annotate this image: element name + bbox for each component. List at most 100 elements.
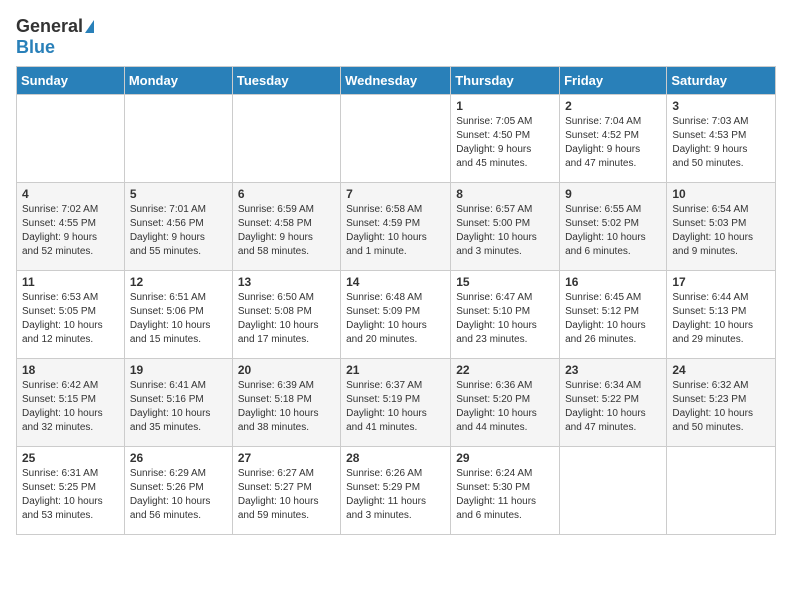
day-number: 1 bbox=[456, 99, 554, 113]
day-info: Sunrise: 7:01 AM Sunset: 4:56 PM Dayligh… bbox=[130, 203, 227, 259]
day-info: Sunrise: 6:44 AM Sunset: 5:13 PM Dayligh… bbox=[672, 291, 770, 347]
day-number: 4 bbox=[22, 187, 119, 201]
calendar-cell: 3Sunrise: 7:03 AM Sunset: 4:53 PM Daylig… bbox=[667, 95, 776, 183]
week-row-1: 1 Sunrise: 7:05 AM Sunset: 4:50 PM Daylig… bbox=[17, 95, 776, 183]
day-info: Sunrise: 6:42 AM Sunset: 5:15 PM Dayligh… bbox=[22, 379, 119, 435]
day-number: 2 bbox=[565, 99, 661, 113]
day-info: Sunrise: 7:02 AM Sunset: 4:55 PM Dayligh… bbox=[22, 203, 119, 259]
day-info: Sunrise: 6:58 AM Sunset: 4:59 PM Dayligh… bbox=[346, 203, 445, 259]
day-info: Sunrise: 6:24 AM Sunset: 5:30 PM Dayligh… bbox=[456, 467, 554, 523]
header-day-friday: Friday bbox=[560, 67, 667, 95]
calendar-cell: 11 Sunrise: 6:53 AM Sunset: 5:05 PM Dayli… bbox=[17, 271, 125, 359]
day-info: Sunrise: 6:39 AM Sunset: 5:18 PM Dayligh… bbox=[238, 379, 335, 435]
calendar-cell: 13 Sunrise: 6:50 AM Sunset: 5:08 PM Dayli… bbox=[232, 271, 340, 359]
week-row-4: 18 Sunrise: 6:42 AM Sunset: 5:15 PM Dayli… bbox=[17, 359, 776, 447]
calendar-cell: 23 Sunrise: 6:34 AM Sunset: 5:22 PM Dayli… bbox=[560, 359, 667, 447]
calendar-cell: 8 Sunrise: 6:57 AM Sunset: 5:00 PM Daylig… bbox=[451, 183, 560, 271]
calendar-cell: 27 Sunrise: 6:27 AM Sunset: 5:27 PM Dayli… bbox=[232, 447, 340, 535]
calendar-cell: 1 Sunrise: 7:05 AM Sunset: 4:50 PM Daylig… bbox=[451, 95, 560, 183]
day-number: 11 bbox=[22, 275, 119, 289]
day-info: Sunrise: 6:31 AM Sunset: 5:25 PM Dayligh… bbox=[22, 467, 119, 523]
calendar-cell: 29 Sunrise: 6:24 AM Sunset: 5:30 PM Dayli… bbox=[451, 447, 560, 535]
calendar-cell: 21Sunrise: 6:37 AM Sunset: 5:19 PM Dayli… bbox=[341, 359, 451, 447]
day-number: 9 bbox=[565, 187, 661, 201]
calendar-cell: 10 Sunrise: 6:54 AM Sunset: 5:03 PM Dayli… bbox=[667, 183, 776, 271]
header-day-monday: Monday bbox=[124, 67, 232, 95]
header-day-thursday: Thursday bbox=[451, 67, 560, 95]
day-info: Sunrise: 6:59 AM Sunset: 4:58 PM Dayligh… bbox=[238, 203, 335, 259]
calendar-cell: 19 Sunrise: 6:41 AM Sunset: 5:16 PM Dayli… bbox=[124, 359, 232, 447]
header-row: SundayMondayTuesdayWednesdayThursdayFrid… bbox=[17, 67, 776, 95]
calendar-cell: 26 Sunrise: 6:29 AM Sunset: 5:26 PM Dayli… bbox=[124, 447, 232, 535]
day-number: 27 bbox=[238, 451, 335, 465]
calendar-cell: 2 Sunrise: 7:04 AM Sunset: 4:52 PM Daylig… bbox=[560, 95, 667, 183]
day-info: Sunrise: 6:26 AM Sunset: 5:29 PM Dayligh… bbox=[346, 467, 445, 523]
day-info: Sunrise: 7:03 AM Sunset: 4:53 PM Dayligh… bbox=[672, 115, 770, 171]
day-number: 13 bbox=[238, 275, 335, 289]
day-info: Sunrise: 6:29 AM Sunset: 5:26 PM Dayligh… bbox=[130, 467, 227, 523]
day-info: Sunrise: 6:32 AM Sunset: 5:23 PM Dayligh… bbox=[672, 379, 770, 435]
day-info: Sunrise: 7:04 AM Sunset: 4:52 PM Dayligh… bbox=[565, 115, 661, 171]
day-info: Sunrise: 6:47 AM Sunset: 5:10 PM Dayligh… bbox=[456, 291, 554, 347]
calendar-cell: 9 Sunrise: 6:55 AM Sunset: 5:02 PM Daylig… bbox=[560, 183, 667, 271]
day-info: Sunrise: 6:50 AM Sunset: 5:08 PM Dayligh… bbox=[238, 291, 335, 347]
day-number: 23 bbox=[565, 363, 661, 377]
day-number: 8 bbox=[456, 187, 554, 201]
day-number: 29 bbox=[456, 451, 554, 465]
logo-general-text: General bbox=[16, 16, 94, 37]
calendar-cell: 16Sunrise: 6:45 AM Sunset: 5:12 PM Dayli… bbox=[560, 271, 667, 359]
header-day-sunday: Sunday bbox=[17, 67, 125, 95]
calendar-cell: 17 Sunrise: 6:44 AM Sunset: 5:13 PM Dayli… bbox=[667, 271, 776, 359]
calendar-cell: 22 Sunrise: 6:36 AM Sunset: 5:20 PM Dayli… bbox=[451, 359, 560, 447]
week-row-2: 4 Sunrise: 7:02 AM Sunset: 4:55 PM Daylig… bbox=[17, 183, 776, 271]
week-row-5: 25 Sunrise: 6:31 AM Sunset: 5:25 PM Dayli… bbox=[17, 447, 776, 535]
calendar-cell: 5 Sunrise: 7:01 AM Sunset: 4:56 PM Daylig… bbox=[124, 183, 232, 271]
day-info: Sunrise: 6:57 AM Sunset: 5:00 PM Dayligh… bbox=[456, 203, 554, 259]
day-number: 25 bbox=[22, 451, 119, 465]
day-number: 5 bbox=[130, 187, 227, 201]
day-info: Sunrise: 6:34 AM Sunset: 5:22 PM Dayligh… bbox=[565, 379, 661, 435]
day-number: 6 bbox=[238, 187, 335, 201]
day-number: 24 bbox=[672, 363, 770, 377]
day-info: Sunrise: 6:51 AM Sunset: 5:06 PM Dayligh… bbox=[130, 291, 227, 347]
day-number: 22 bbox=[456, 363, 554, 377]
day-number: 18 bbox=[22, 363, 119, 377]
day-info: Sunrise: 6:36 AM Sunset: 5:20 PM Dayligh… bbox=[456, 379, 554, 435]
header: General Blue bbox=[16, 16, 776, 58]
calendar-cell: 24 Sunrise: 6:32 AM Sunset: 5:23 PM Dayli… bbox=[667, 359, 776, 447]
calendar-cell bbox=[667, 447, 776, 535]
calendar-cell: 14Sunrise: 6:48 AM Sunset: 5:09 PM Dayli… bbox=[341, 271, 451, 359]
day-number: 26 bbox=[130, 451, 227, 465]
calendar-cell: 20Sunrise: 6:39 AM Sunset: 5:18 PM Dayli… bbox=[232, 359, 340, 447]
day-info: Sunrise: 6:41 AM Sunset: 5:16 PM Dayligh… bbox=[130, 379, 227, 435]
day-info: Sunrise: 6:27 AM Sunset: 5:27 PM Dayligh… bbox=[238, 467, 335, 523]
calendar-cell: 25 Sunrise: 6:31 AM Sunset: 5:25 PM Dayli… bbox=[17, 447, 125, 535]
header-day-tuesday: Tuesday bbox=[232, 67, 340, 95]
logo: General Blue bbox=[16, 16, 94, 58]
calendar-cell bbox=[560, 447, 667, 535]
day-number: 12 bbox=[130, 275, 227, 289]
calendar-cell bbox=[341, 95, 451, 183]
day-number: 15 bbox=[456, 275, 554, 289]
calendar-cell bbox=[232, 95, 340, 183]
calendar-table: SundayMondayTuesdayWednesdayThursdayFrid… bbox=[16, 66, 776, 535]
day-number: 17 bbox=[672, 275, 770, 289]
day-info: Sunrise: 6:37 AM Sunset: 5:19 PM Dayligh… bbox=[346, 379, 445, 435]
day-info: Sunrise: 6:53 AM Sunset: 5:05 PM Dayligh… bbox=[22, 291, 119, 347]
week-row-3: 11 Sunrise: 6:53 AM Sunset: 5:05 PM Dayli… bbox=[17, 271, 776, 359]
day-info: Sunrise: 6:54 AM Sunset: 5:03 PM Dayligh… bbox=[672, 203, 770, 259]
calendar-cell: 18 Sunrise: 6:42 AM Sunset: 5:15 PM Dayli… bbox=[17, 359, 125, 447]
calendar-cell bbox=[124, 95, 232, 183]
header-day-saturday: Saturday bbox=[667, 67, 776, 95]
day-number: 28 bbox=[346, 451, 445, 465]
calendar-cell: 6 Sunrise: 6:59 AM Sunset: 4:58 PM Daylig… bbox=[232, 183, 340, 271]
day-info: Sunrise: 6:55 AM Sunset: 5:02 PM Dayligh… bbox=[565, 203, 661, 259]
logo-blue-text: Blue bbox=[16, 37, 55, 58]
day-info: Sunrise: 6:45 AM Sunset: 5:12 PM Dayligh… bbox=[565, 291, 661, 347]
header-day-wednesday: Wednesday bbox=[341, 67, 451, 95]
day-number: 19 bbox=[130, 363, 227, 377]
day-info: Sunrise: 7:05 AM Sunset: 4:50 PM Dayligh… bbox=[456, 115, 554, 171]
calendar-cell: 28 Sunrise: 6:26 AM Sunset: 5:29 PM Dayli… bbox=[341, 447, 451, 535]
day-number: 10 bbox=[672, 187, 770, 201]
calendar-cell: 15 Sunrise: 6:47 AM Sunset: 5:10 PM Dayli… bbox=[451, 271, 560, 359]
